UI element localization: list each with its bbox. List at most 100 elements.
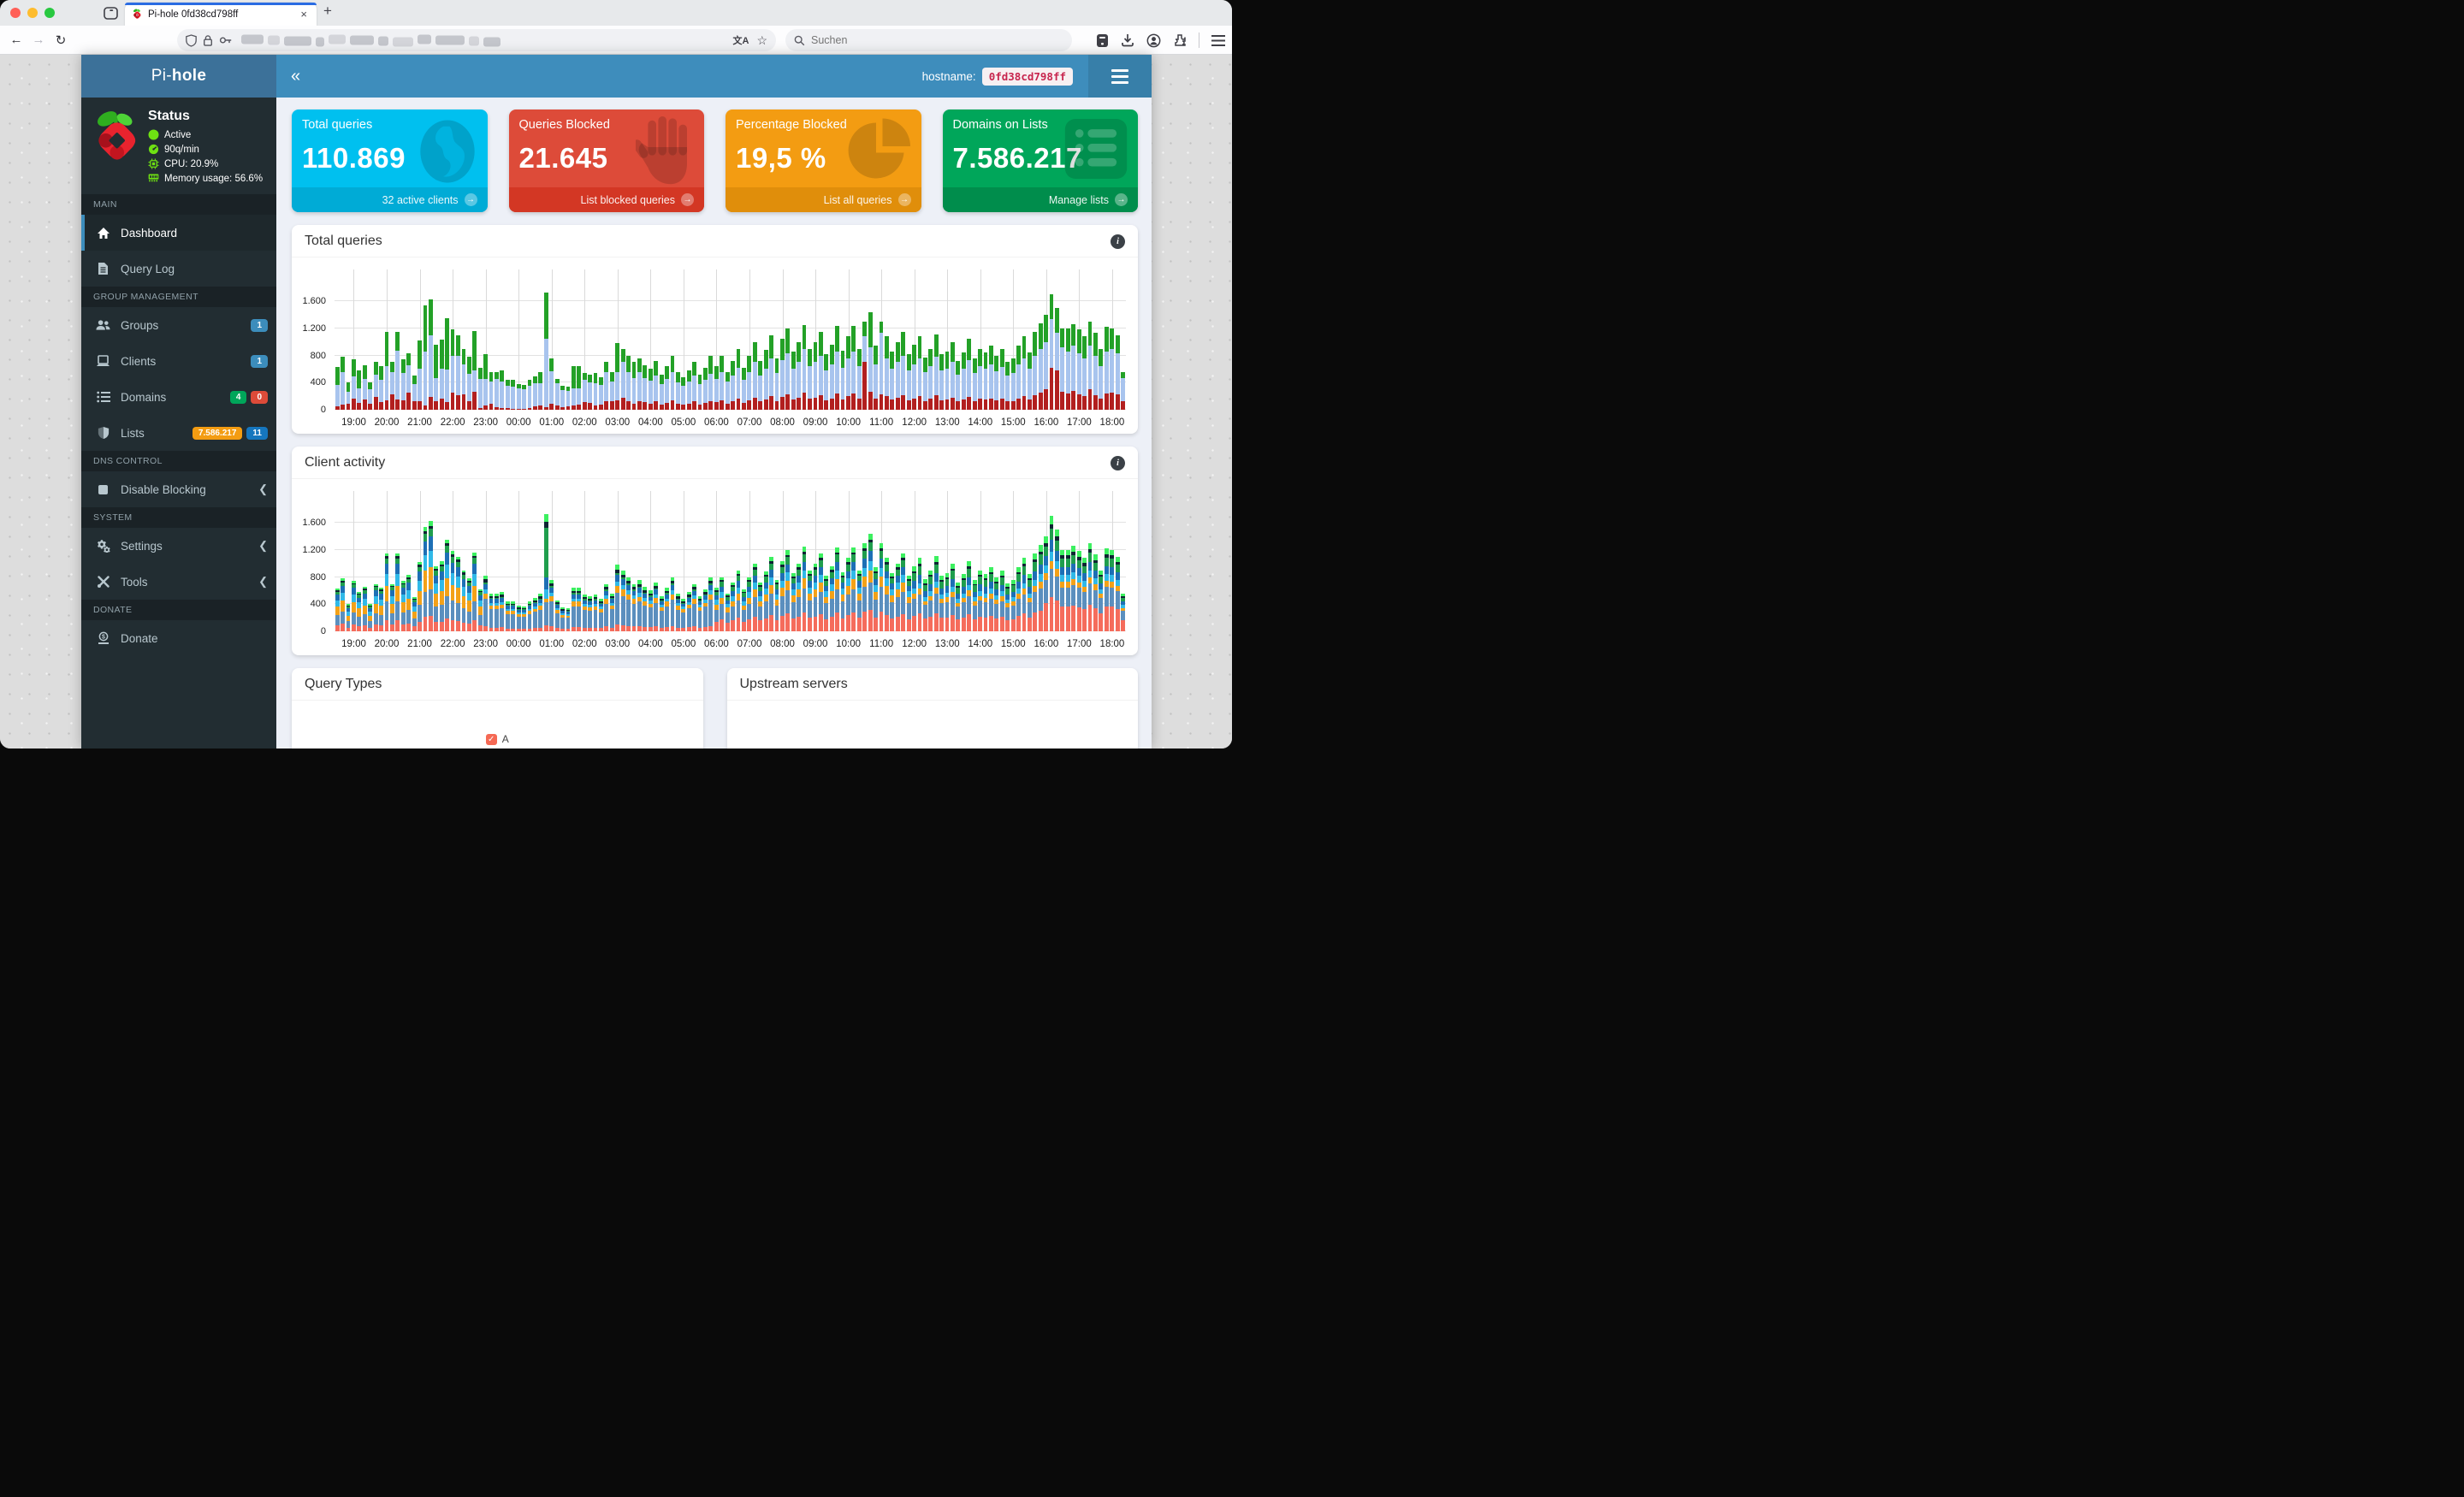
firefox-view-icon[interactable]	[99, 3, 121, 22]
extensions-icon[interactable]	[1173, 33, 1187, 47]
sidebar-section-header: MAIN	[81, 194, 276, 215]
sidebar-item-lists[interactable]: Lists 7.586.217 11	[81, 415, 276, 451]
chart-bar	[983, 352, 988, 410]
tab-close-icon[interactable]: ×	[298, 8, 310, 21]
translate-icon[interactable]: 文A	[732, 33, 749, 47]
chart-bar	[675, 372, 680, 410]
chart-bar	[1044, 535, 1049, 631]
chart-bar	[450, 551, 455, 631]
search-bar[interactable]	[785, 29, 1072, 51]
tab-manager-icon[interactable]	[1096, 33, 1109, 48]
chart-bar	[840, 572, 845, 631]
chart-bar	[978, 348, 982, 410]
sidebar-item-settings[interactable]: Settings ❮	[81, 528, 276, 564]
chart-bar	[1016, 566, 1021, 631]
legend-checkbox[interactable]: ✓	[485, 733, 497, 745]
x-axis-tick: 19:00	[341, 639, 366, 649]
downloads-icon[interactable]	[1121, 33, 1134, 47]
chart-bar	[456, 334, 460, 410]
forward-icon[interactable]: →	[27, 33, 50, 47]
chart-bar	[461, 348, 466, 410]
chart-bar	[1060, 549, 1065, 631]
sidebar-item-query-log[interactable]: Query Log	[81, 251, 276, 287]
chart-bar	[840, 350, 845, 410]
x-axis-tick: 16:00	[1034, 639, 1059, 649]
menu-icon[interactable]	[1211, 34, 1225, 46]
pihole-menu-button[interactable]	[1088, 55, 1152, 98]
chart-bar	[648, 590, 653, 631]
chart-bar	[357, 370, 362, 410]
pihole-raspberry-logo	[92, 109, 139, 184]
new-tab-button[interactable]: +	[323, 3, 332, 20]
sidebar-item-tools[interactable]: Tools ❮	[81, 564, 276, 600]
maximize-window-button[interactable]	[44, 8, 55, 18]
chart-bar	[697, 374, 702, 410]
chart-bar	[917, 336, 922, 410]
chart-bar	[384, 553, 389, 631]
chart-bar	[802, 324, 807, 410]
info-icon[interactable]: i	[1111, 455, 1125, 470]
stat-card-domains-on-lists: Domains on Lists 7.586.217 Manage lists →	[942, 109, 1138, 212]
chart-bar	[703, 589, 708, 631]
chart-bar	[577, 588, 582, 631]
close-window-button[interactable]	[10, 8, 21, 18]
account-icon[interactable]	[1146, 33, 1161, 48]
browser-tab[interactable]: Pi-hole 0fd38cd798ff ×	[125, 3, 317, 26]
chart-bar	[609, 593, 614, 631]
chart-bar	[1033, 331, 1038, 410]
chart-bar	[637, 580, 642, 631]
reload-icon[interactable]: ↻	[50, 33, 72, 48]
x-axis-tick: 05:00	[671, 639, 696, 649]
sidebar-item-domains[interactable]: Domains 4 0	[81, 379, 276, 415]
chart-bar	[851, 547, 856, 631]
x-axis-tick: 10:00	[836, 417, 861, 428]
main-content: Total queries 110.869 32 active clients → Qu…	[276, 98, 1152, 748]
sidebar-item-groups[interactable]: Groups 1	[81, 307, 276, 343]
client-activity-chart: 0 400 800 1.200 1.600 19:00 20:00 21:00 22:00 23:…	[297, 491, 1129, 652]
shield-icon[interactable]	[186, 33, 197, 47]
x-axis-tick: 12:00	[902, 417, 927, 428]
search-input[interactable]	[811, 34, 1063, 46]
chart-bar	[1010, 358, 1016, 410]
card-footer-link[interactable]: List blocked queries →	[508, 187, 704, 212]
sidebar-item-donate[interactable]: $ Donate	[81, 620, 276, 656]
x-axis-tick: 06:00	[704, 417, 729, 428]
chart-bar	[895, 563, 900, 631]
minimize-window-button[interactable]	[27, 8, 38, 18]
chart-bar	[626, 355, 631, 410]
chart-bar	[846, 336, 850, 410]
sidebar-collapse-icon[interactable]: «	[291, 67, 300, 86]
x-axis-tick: 01:00	[539, 417, 565, 428]
chart-bar	[538, 594, 543, 631]
card-footer-link[interactable]: List all queries →	[726, 187, 921, 212]
lock-icon[interactable]	[203, 34, 213, 47]
chart-bar	[1027, 573, 1032, 631]
sidebar-item-disable-blocking[interactable]: Disable Blocking ❮	[81, 471, 276, 507]
y-axis-tick: 1.600	[302, 518, 326, 528]
chart-bar	[714, 588, 719, 631]
chart-bar	[1071, 324, 1076, 410]
legend-label: A	[501, 733, 509, 745]
info-icon[interactable]: i	[1111, 234, 1125, 249]
card-footer-link[interactable]: 32 active clients →	[292, 187, 488, 212]
url-bar[interactable]: 文A ☆	[177, 29, 776, 51]
key-icon[interactable]	[219, 35, 233, 45]
card-footer-link[interactable]: Manage lists →	[942, 187, 1138, 212]
chart-bar	[1087, 321, 1093, 410]
chart-bar	[527, 601, 532, 631]
bookmark-star-icon[interactable]: ☆	[756, 33, 767, 48]
chart-bar	[972, 579, 977, 631]
chart-bar	[406, 353, 412, 410]
upstream-servers-panel: Upstream servers	[726, 668, 1138, 748]
sidebar-item-clients[interactable]: Clients 1	[81, 343, 276, 379]
chart-bar	[945, 572, 950, 631]
shield-icon	[96, 426, 110, 441]
status-title: Status	[148, 109, 190, 123]
sidebar-item-dashboard[interactable]: Dashboard	[81, 215, 276, 251]
pihole-logo-text: Pi-hole	[81, 55, 276, 98]
chart-bar	[818, 331, 823, 410]
chart-bar	[890, 572, 895, 631]
chart-bar	[418, 340, 422, 410]
back-icon[interactable]: ←	[5, 33, 27, 47]
chart-bar	[604, 362, 609, 410]
